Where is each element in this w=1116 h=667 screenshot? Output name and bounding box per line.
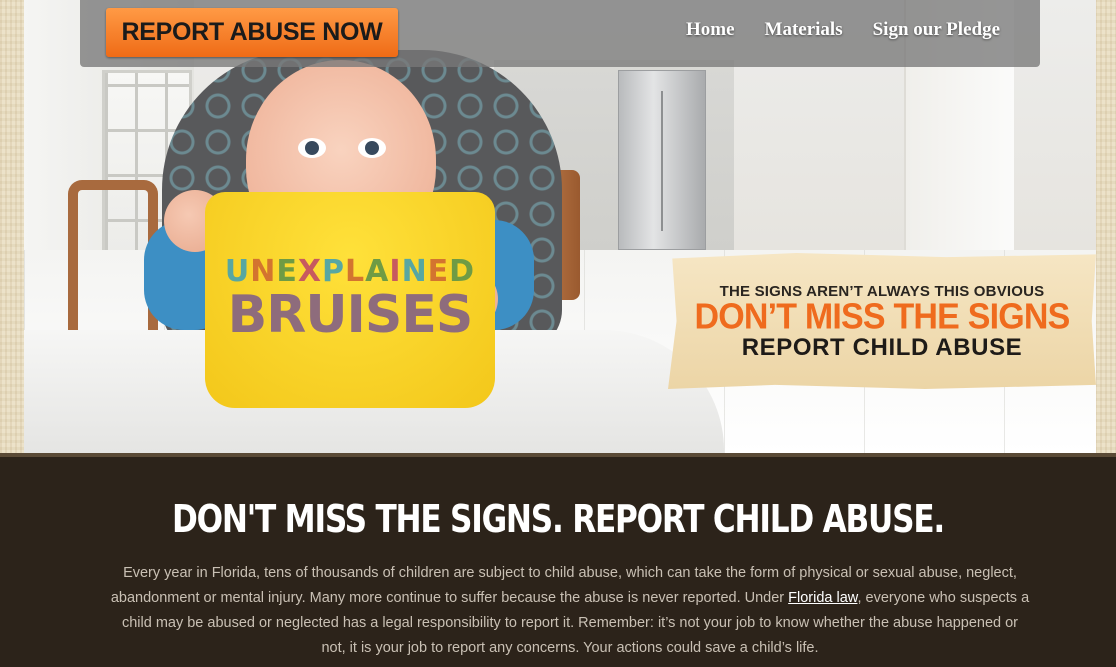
- refrigerator: [618, 70, 706, 250]
- nav-link-home[interactable]: Home: [686, 19, 735, 41]
- bib-letter: P: [322, 254, 346, 289]
- bib-letter: D: [449, 254, 476, 289]
- intro-paragraph: Every year in Florida, tens of thousands…: [110, 561, 1030, 661]
- nav-link-materials[interactable]: Materials: [765, 19, 843, 41]
- report-abuse-now-button[interactable]: REPORT ABUSE NOW: [106, 8, 398, 57]
- baby-eye-right: [358, 138, 386, 158]
- baby-eye-left: [298, 138, 326, 158]
- intro-section: DON'T MISS THE SIGNS. REPORT CHILD ABUSE…: [0, 453, 1116, 667]
- top-navigation-bar: REPORT ABUSE NOW Home Materials Sign our…: [80, 0, 1040, 67]
- campaign-banner: THE SIGNS AREN’T ALWAYS THIS OBVIOUS DON…: [668, 253, 1096, 389]
- bib-text-unexplained: UNEXPLAINED: [205, 254, 495, 289]
- bib-letter: L: [345, 254, 366, 289]
- bib: UNEXPLAINED BRUISES: [205, 192, 495, 408]
- bib-letter: N: [250, 254, 277, 289]
- bib-letter: X: [297, 254, 323, 289]
- bib-letter: E: [427, 254, 450, 289]
- section-headline: DON'T MISS THE SIGNS. REPORT CHILD ABUSE…: [171, 497, 945, 541]
- bib-letter: A: [365, 254, 390, 289]
- bib-letter: N: [401, 254, 428, 289]
- florida-law-link[interactable]: Florida law: [788, 590, 857, 606]
- nav-link-sign-pledge[interactable]: Sign our Pledge: [873, 19, 1000, 41]
- bib-letter: I: [389, 254, 402, 289]
- bib-text-bruises: BRUISES: [227, 285, 474, 345]
- banner-headline: DON’T MISS THE SIGNS: [694, 297, 1070, 337]
- nav-links: Home Materials Sign our Pledge: [686, 19, 1000, 41]
- bib-letter: E: [276, 254, 298, 289]
- bib-letter: U: [224, 254, 251, 289]
- banner-subheadline: REPORT CHILD ABUSE: [741, 333, 1023, 361]
